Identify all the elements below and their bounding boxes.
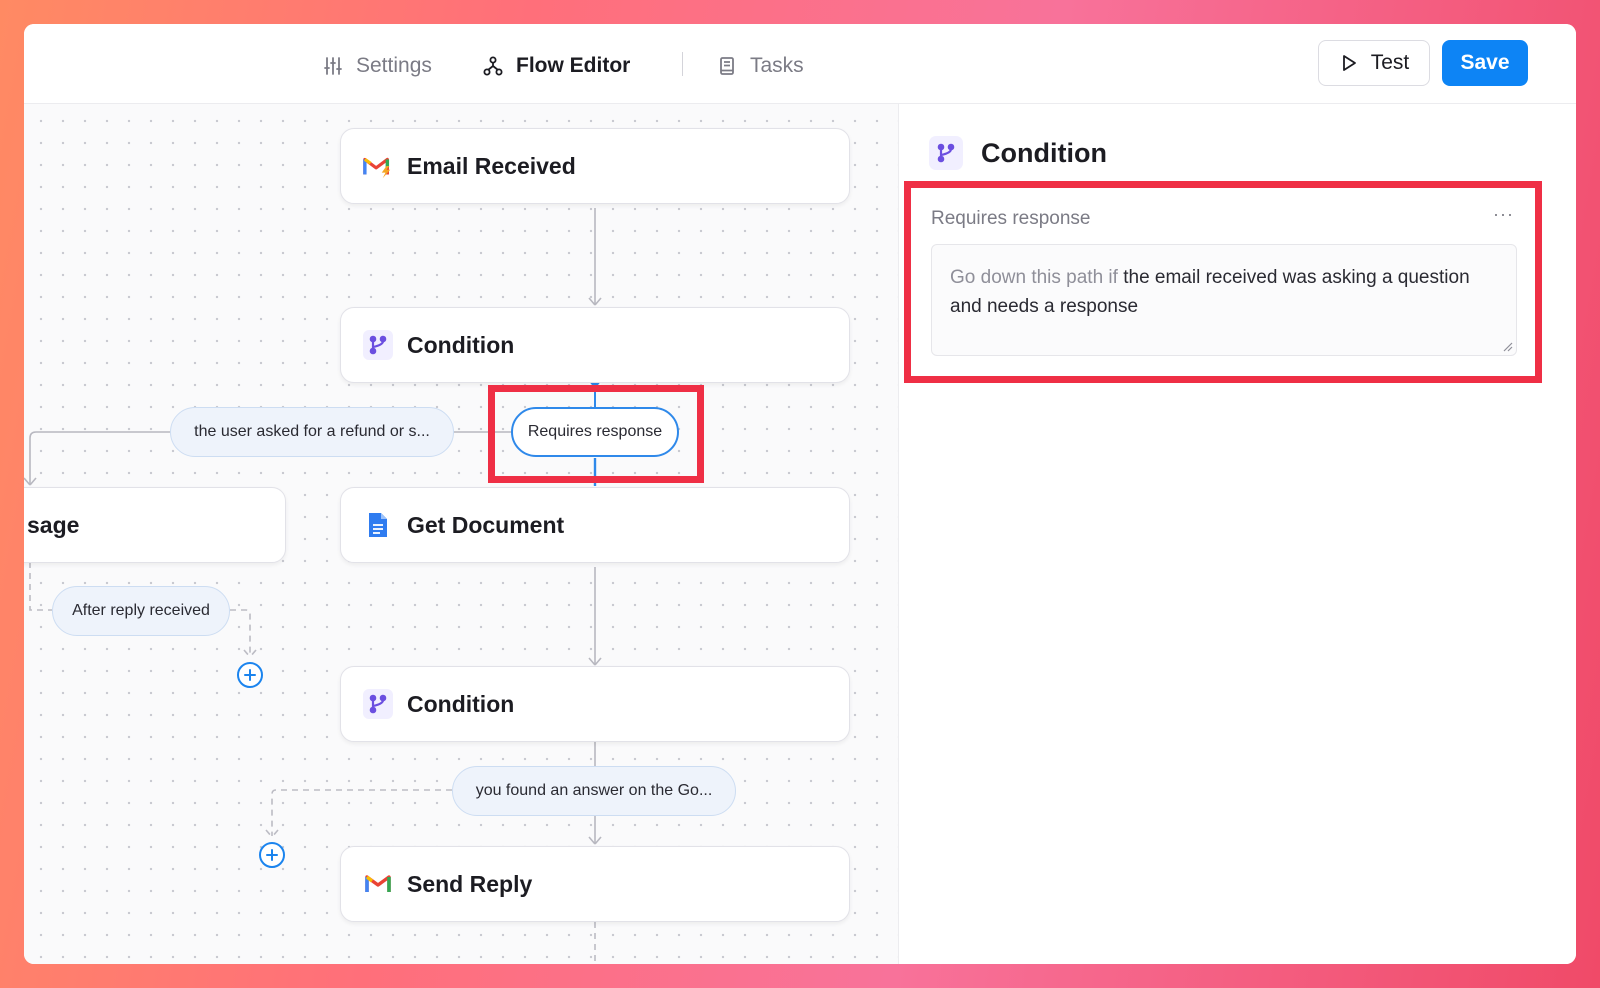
save-button[interactable]: Save xyxy=(1442,40,1528,86)
flow-icon xyxy=(483,56,503,76)
test-button-label: Test xyxy=(1370,51,1410,74)
node-send-message[interactable]: sage xyxy=(24,487,286,563)
nav-divider xyxy=(682,52,683,76)
document-icon xyxy=(363,510,393,540)
node-label: Send Reply xyxy=(407,870,533,897)
tab-flow-editor[interactable]: Flow Editor xyxy=(482,48,630,84)
condition-prefix: Go down this path if xyxy=(950,267,1118,288)
node-condition-2[interactable]: Condition xyxy=(340,666,850,742)
branch-refund[interactable]: the user asked for a refund or s... xyxy=(170,407,454,457)
sliders-icon xyxy=(324,57,342,75)
resize-handle-icon[interactable] xyxy=(1503,342,1513,352)
tab-settings-label: Settings xyxy=(356,54,432,77)
node-label: Condition xyxy=(407,690,515,717)
test-button[interactable]: Test xyxy=(1318,40,1430,86)
branch-icon xyxy=(929,136,963,170)
add-step-button[interactable] xyxy=(237,662,263,688)
node-get-document[interactable]: Get Document xyxy=(340,487,850,563)
node-send-reply[interactable]: Send Reply xyxy=(340,846,850,922)
plus-icon xyxy=(266,849,278,861)
branch-requires-response[interactable]: Requires response xyxy=(511,407,679,457)
node-email-received[interactable]: Email Received xyxy=(340,128,850,204)
gmail-trigger-icon xyxy=(363,151,393,181)
plus-icon xyxy=(244,669,256,681)
node-condition-1[interactable]: Condition xyxy=(340,307,850,383)
branch-icon xyxy=(363,689,393,719)
flow-canvas[interactable]: Email Received Condition sage Get Docume… xyxy=(24,104,898,964)
condition-name: Requires response xyxy=(931,208,1091,229)
node-label: Email Received xyxy=(407,152,576,179)
top-bar: Settings Flow Editor Tasks Test Save xyxy=(24,24,1576,104)
tab-tasks[interactable]: Tasks xyxy=(716,48,804,84)
play-icon xyxy=(1342,55,1356,71)
more-options-button[interactable]: ··· xyxy=(1493,204,1514,225)
add-step-button[interactable] xyxy=(259,842,285,868)
tab-settings[interactable]: Settings xyxy=(322,48,432,84)
tab-tasks-label: Tasks xyxy=(750,54,804,77)
condition-textarea[interactable]: Go down this path if the email received … xyxy=(931,244,1517,356)
tab-flow-editor-label: Flow Editor xyxy=(516,54,631,77)
node-label: Condition xyxy=(407,331,515,358)
branch-icon xyxy=(363,330,393,360)
gmail-icon xyxy=(363,869,393,899)
book-icon xyxy=(720,57,734,75)
branch-found-answer[interactable]: you found an answer on the Go... xyxy=(452,766,736,816)
branch-after-reply-received[interactable]: After reply received xyxy=(52,586,230,636)
node-label: Get Document xyxy=(407,511,565,538)
panel-header: Condition xyxy=(929,136,1107,170)
node-label: sage xyxy=(27,511,80,538)
app-window: Settings Flow Editor Tasks Test Save Ema… xyxy=(24,24,1576,964)
panel-title: Condition xyxy=(981,137,1107,168)
condition-panel: Condition Requires response ··· Go down … xyxy=(898,104,1576,964)
